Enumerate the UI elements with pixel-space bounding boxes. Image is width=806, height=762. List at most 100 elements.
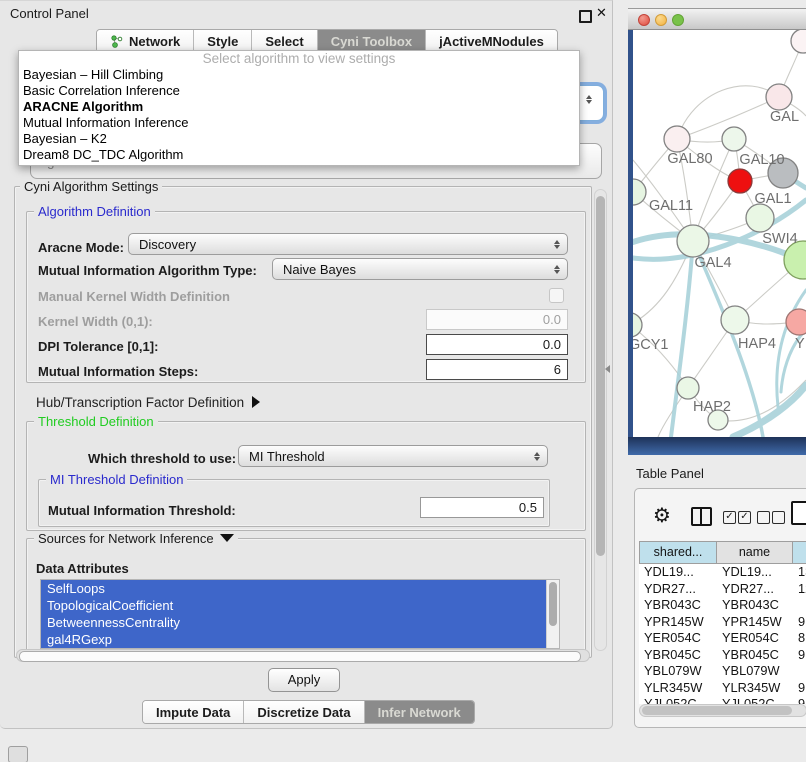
aracne-mode-combo[interactable]: Discovery [128, 233, 568, 255]
node-gal4[interactable] [677, 225, 709, 257]
mi-threshold-field[interactable]: 0.5 [420, 497, 544, 518]
which-threshold-combo[interactable]: MI Threshold [238, 445, 548, 467]
column-header[interactable]: A [793, 541, 806, 564]
apply-button[interactable]: Apply [268, 668, 340, 692]
table-body: YDL19...YDL19...13 YDR27...YDR27...12 YB… [639, 564, 806, 704]
node-salmon[interactable] [786, 309, 806, 335]
node-gal1[interactable] [746, 204, 774, 232]
node-hap2[interactable] [677, 377, 699, 399]
scrollbar-thumb[interactable] [642, 706, 792, 715]
node-gal2[interactable] [766, 84, 792, 110]
algorithm-option[interactable]: Bayesian – Hill Climbing [19, 67, 579, 83]
node-hap4[interactable] [721, 306, 749, 334]
attribute-item-selected[interactable]: TopologicalCoefficient [41, 597, 553, 614]
node-gal10[interactable] [722, 127, 746, 151]
collapsed-panel-button[interactable] [8, 746, 28, 762]
network-nodes[interactable] [633, 30, 806, 430]
stepper-icon [550, 265, 564, 274]
table-row[interactable]: YJL052CYJL052C9 [639, 696, 806, 704]
algorithm-placeholder: Select algorithm to view settings [19, 51, 579, 67]
attribute-item-selected[interactable]: BetweennessCentrality [41, 614, 553, 631]
export-table-icon[interactable] [791, 501, 806, 525]
tab-network[interactable]: Network [97, 30, 193, 52]
kernel-width-field[interactable]: 0.0 [426, 309, 568, 330]
table-row[interactable]: YBL079WYBL079W [639, 663, 806, 680]
settings-vertical-scrollbar[interactable] [594, 189, 607, 651]
threshold-definition-title: Threshold Definition [34, 414, 158, 429]
panel-splitter-handle[interactable] [605, 365, 610, 373]
settings-horizontal-scrollbar[interactable] [16, 649, 590, 662]
mi-steps-field[interactable]: 6 [426, 359, 568, 380]
stepper-icon [582, 95, 596, 104]
which-threshold-label: Which threshold to use: [88, 451, 236, 466]
app-root: Control Panel ✕ Network Style Select Cyn… [0, 0, 806, 762]
tab-discretize-data[interactable]: Discretize Data [243, 701, 363, 723]
network-icon [110, 35, 124, 48]
table-row[interactable]: YBR045CYBR045C9. [639, 647, 806, 664]
dpi-tolerance-field[interactable]: 0.0 [426, 334, 568, 355]
attribute-item-selected[interactable]: SelfLoops [41, 580, 553, 597]
zoom-traffic-light-icon[interactable] [672, 14, 684, 26]
cyni-settings-title: Cyni Algorithm Settings [20, 179, 162, 194]
node-partial-top[interactable] [791, 30, 806, 53]
minimize-traffic-light-icon[interactable] [655, 14, 667, 26]
algorithm-option-selected[interactable]: ARACNE Algorithm [19, 99, 579, 115]
table-horizontal-scrollbar[interactable] [639, 704, 806, 717]
mi-algorithm-type-label: Mutual Information Algorithm Type: [38, 263, 257, 278]
close-traffic-light-icon[interactable] [638, 14, 650, 26]
mi-threshold-label: Mutual Information Threshold: [48, 503, 236, 518]
deselect-checkbox-icon[interactable] [757, 511, 770, 524]
scrollbar-thumb[interactable] [19, 651, 581, 662]
attribute-list-scrollbar[interactable] [546, 580, 559, 648]
node-label: HAP2 [693, 399, 731, 415]
mi-steps-label: Mutual Information Steps: [38, 364, 198, 379]
collapsed-arrow-icon [252, 396, 260, 408]
tab-select[interactable]: Select [251, 30, 316, 52]
node-gal80[interactable] [664, 126, 690, 152]
manual-kernel-label: Manual Kernel Width Definition [38, 289, 230, 304]
gear-icon[interactable]: ⚙ [653, 503, 671, 528]
network-canvas[interactable]: GAL GAL80 GAL10 GAL1 GAL11 SWI4 GAL4 GCY… [628, 30, 806, 437]
attribute-item-selected[interactable]: gal4RGexp [41, 631, 553, 648]
table-row[interactable]: YER054CYER054C8. [639, 630, 806, 647]
node-label: GAL [770, 109, 799, 125]
close-icon[interactable]: ✕ [596, 5, 607, 21]
hub-definition-toggle[interactable]: Hub/Transcription Factor Definition [36, 395, 260, 410]
column-header[interactable]: shared... [639, 541, 717, 564]
node-label: GCY1 [633, 337, 669, 353]
algorithm-option[interactable]: Bayesian – K2 [19, 131, 579, 147]
algorithm-option[interactable]: Basic Correlation Inference [19, 83, 579, 99]
algorithm-dropdown-popup: Select algorithm to view settings Bayesi… [18, 50, 580, 166]
select-all-checkbox-icon[interactable]: ✓ [738, 511, 751, 524]
manual-kernel-checkbox[interactable] [549, 288, 564, 303]
tab-jactivemnodules[interactable]: jActiveMNodules [425, 30, 557, 52]
columns-icon[interactable] [691, 507, 712, 526]
tab-style[interactable]: Style [193, 30, 251, 52]
table-row[interactable]: YDR27...YDR27...12 [639, 581, 806, 598]
float-window-icon[interactable] [579, 10, 592, 23]
table-row[interactable]: YPR145WYPR145W9. [639, 614, 806, 631]
algorithm-option[interactable]: Mutual Information Inference [19, 115, 579, 131]
tab-cyni-toolbox[interactable]: Cyni Toolbox [317, 30, 425, 52]
select-all-checkbox-icon[interactable]: ✓ [723, 511, 736, 524]
stepper-icon [530, 452, 544, 461]
node-red-selected[interactable] [728, 169, 752, 193]
aracne-mode-label: Aracne Mode: [38, 240, 124, 255]
table-row[interactable]: YBR043CYBR043C [639, 597, 806, 614]
deselect-checkbox-icon[interactable] [772, 511, 785, 524]
tab-infer-network[interactable]: Infer Network [364, 701, 474, 723]
algorithm-option[interactable]: Dream8 DC_TDC Algorithm [19, 147, 579, 163]
mi-algorithm-type-combo[interactable]: Naive Bayes [272, 258, 568, 280]
table-row[interactable]: YDL19...YDL19...13 [639, 564, 806, 581]
table-row[interactable]: YLR345WYLR345W9. [639, 680, 806, 697]
cyni-bottom-tabbar: Impute Data Discretize Data Infer Networ… [142, 700, 475, 724]
sources-title[interactable]: Sources for Network Inference [34, 531, 238, 546]
column-header[interactable]: name [717, 541, 793, 564]
tab-impute-data[interactable]: Impute Data [143, 701, 243, 723]
scrollbar-thumb[interactable] [596, 196, 605, 556]
table-panel: ⚙ ✓ ✓ shared... name A YDL19...YDL19...1… [634, 488, 806, 728]
control-panel-window: Control Panel ✕ Network Style Select Cyn… [0, 0, 613, 729]
network-window-titlebar[interactable] [628, 8, 806, 30]
network-graph: GAL GAL80 GAL10 GAL1 GAL11 SWI4 GAL4 GCY… [633, 30, 806, 437]
node-label: HAP4 [738, 336, 776, 352]
